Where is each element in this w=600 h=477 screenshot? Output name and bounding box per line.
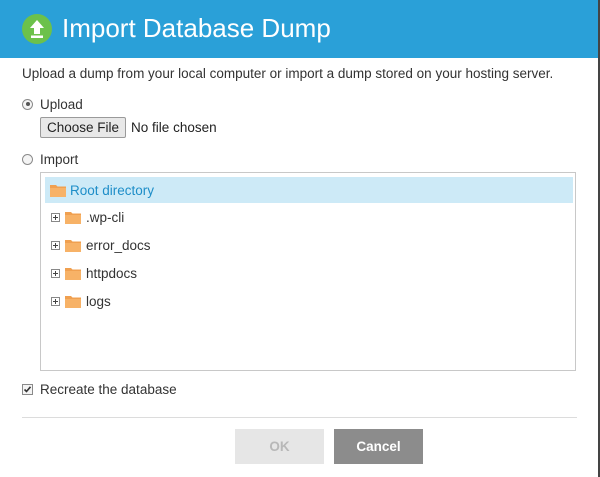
tree-item-label: httpdocs [86,265,138,281]
upload-arrow-icon [22,14,52,44]
directory-tree: Root directory .wp-cli error_docs httpdo… [40,172,576,371]
expand-icon[interactable] [51,212,60,222]
tree-root-label: Root directory [70,182,155,198]
tree-root-item[interactable]: Root directory [45,177,573,203]
import-radio-option[interactable]: Import [22,150,78,168]
expand-icon[interactable] [51,296,60,306]
upload-radio-option[interactable]: Upload [22,95,83,113]
folder-icon [65,267,81,280]
file-status-text: No file chosen [131,120,217,135]
ok-button[interactable]: OK [235,429,324,464]
folder-icon [65,211,81,224]
expand-icon[interactable] [51,240,60,250]
tree-item-label: .wp-cli [86,209,125,225]
recreate-checkbox-label: Recreate the database [40,381,177,397]
import-radio-label: Import [40,151,79,167]
dialog-title: Import Database Dump [62,13,331,43]
recreate-database-option[interactable]: Recreate the database [22,380,177,398]
tree-item-logs[interactable]: logs [51,291,111,311]
upload-radio[interactable] [22,98,33,110]
choose-file-button[interactable]: Choose File [40,117,127,138]
tree-item-httpdocs[interactable]: httpdocs [51,263,137,283]
tree-item-label: error_docs [86,237,151,253]
checkmark-icon [23,385,32,393]
intro-text: Upload a dump from your local computer o… [22,66,554,81]
import-radio[interactable] [22,153,33,165]
file-picker: Choose File No file chosen [40,117,217,138]
tree-item-error-docs[interactable]: error_docs [51,235,151,255]
footer-divider [22,417,577,418]
folder-icon [50,184,66,197]
expand-icon[interactable] [51,268,60,278]
import-dialog: Import Database Dump Upload a dump from … [0,0,598,477]
recreate-checkbox[interactable] [22,383,33,395]
upload-radio-label: Upload [40,96,83,112]
folder-icon [65,239,81,252]
tree-item-wp-cli[interactable]: .wp-cli [51,207,124,227]
tree-item-label: logs [86,293,111,309]
cancel-button[interactable]: Cancel [334,429,423,464]
dialog-header: Import Database Dump [0,0,598,58]
folder-icon [65,295,81,308]
